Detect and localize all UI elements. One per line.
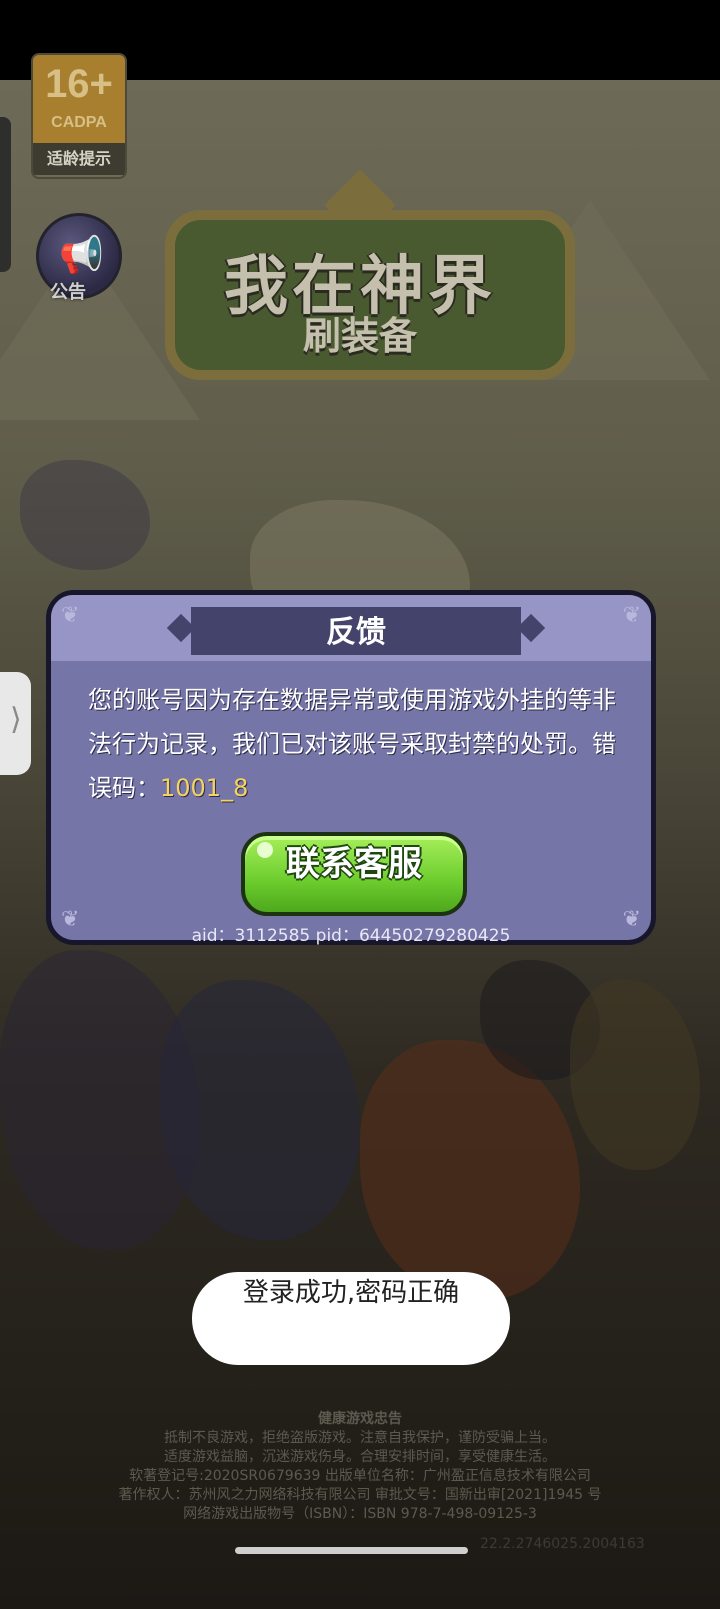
- dialog-title: 反馈: [326, 615, 386, 650]
- error-code: 1001_8: [160, 774, 249, 802]
- health-notice-footer: 健康游戏忠告 抵制不良游戏，拒绝盗版游戏。注意自我保护，谨防受骗上当。 适度游戏…: [0, 1410, 720, 1524]
- toast-text: 登录成功,密码正确: [242, 1278, 460, 1308]
- notice-label: 公告: [50, 282, 86, 303]
- chevron-right-icon: ⟩: [10, 702, 22, 737]
- bat-creature: [20, 460, 150, 570]
- footer-heading: 健康游戏忠告: [318, 1411, 402, 1427]
- build-code: 22.2.2746025.2004163: [480, 1536, 645, 1552]
- age-rating-tip: 适龄提示: [33, 143, 125, 175]
- contact-support-label: 联系客服: [286, 844, 422, 884]
- dialog-message: 您的账号因为存在数据异常或使用游戏外挂的等非法行为记录，我们已对该账号采取封禁的…: [88, 678, 618, 810]
- age-rating-number: 16+: [45, 62, 113, 106]
- footer-line: 抵制不良游戏，拒绝盗版游戏。注意自我保护，谨防受骗上当。: [164, 1430, 556, 1446]
- corner-ornament-icon: ❦: [622, 603, 641, 628]
- footer-line: 软著登记号:2020SR0679639 出版单位名称：广州盈正信息技术有限公司: [129, 1468, 591, 1484]
- contact-support-button[interactable]: 联系客服: [241, 832, 467, 916]
- footer-line: 适度游戏益脑，沉迷游戏伤身。合理安排时间，享受健康生活。: [164, 1449, 556, 1465]
- footer-line: 网络游戏出版物号（ISBN）：ISBN 978-7-498-09125-3: [183, 1506, 537, 1522]
- side-drawer-handle[interactable]: ⟩: [0, 672, 31, 775]
- hero-character: [160, 980, 360, 1240]
- account-ids: aid：3112585 pid：64450279280425: [191, 926, 511, 946]
- dialog-header: 反馈: [51, 595, 651, 661]
- footer-line: 著作权人：苏州风之力网络科技有限公司 审批文号：国新出审[2021]1945 号: [118, 1487, 602, 1503]
- home-gesture-bar[interactable]: [235, 1547, 468, 1554]
- login-toast: 登录成功,密码正确: [192, 1272, 510, 1365]
- corner-ornament-icon: ❦: [61, 603, 80, 628]
- feedback-dialog: 反馈 ❦ ❦ ❦ ❦ 您的账号因为存在数据异常或使用游戏外挂的等非法行为记录，我…: [46, 590, 656, 946]
- game-logo: 我在神界 刷装备: [145, 169, 575, 392]
- armored-character: [570, 980, 700, 1170]
- floating-edge-tab[interactable]: [0, 117, 11, 272]
- age-rating-org: CADPA: [51, 114, 107, 131]
- game-subtitle: 刷装备: [302, 314, 417, 358]
- age-rating-badge: 16+ CADPA 适龄提示: [31, 53, 127, 179]
- megaphone-icon: 📢: [59, 235, 104, 276]
